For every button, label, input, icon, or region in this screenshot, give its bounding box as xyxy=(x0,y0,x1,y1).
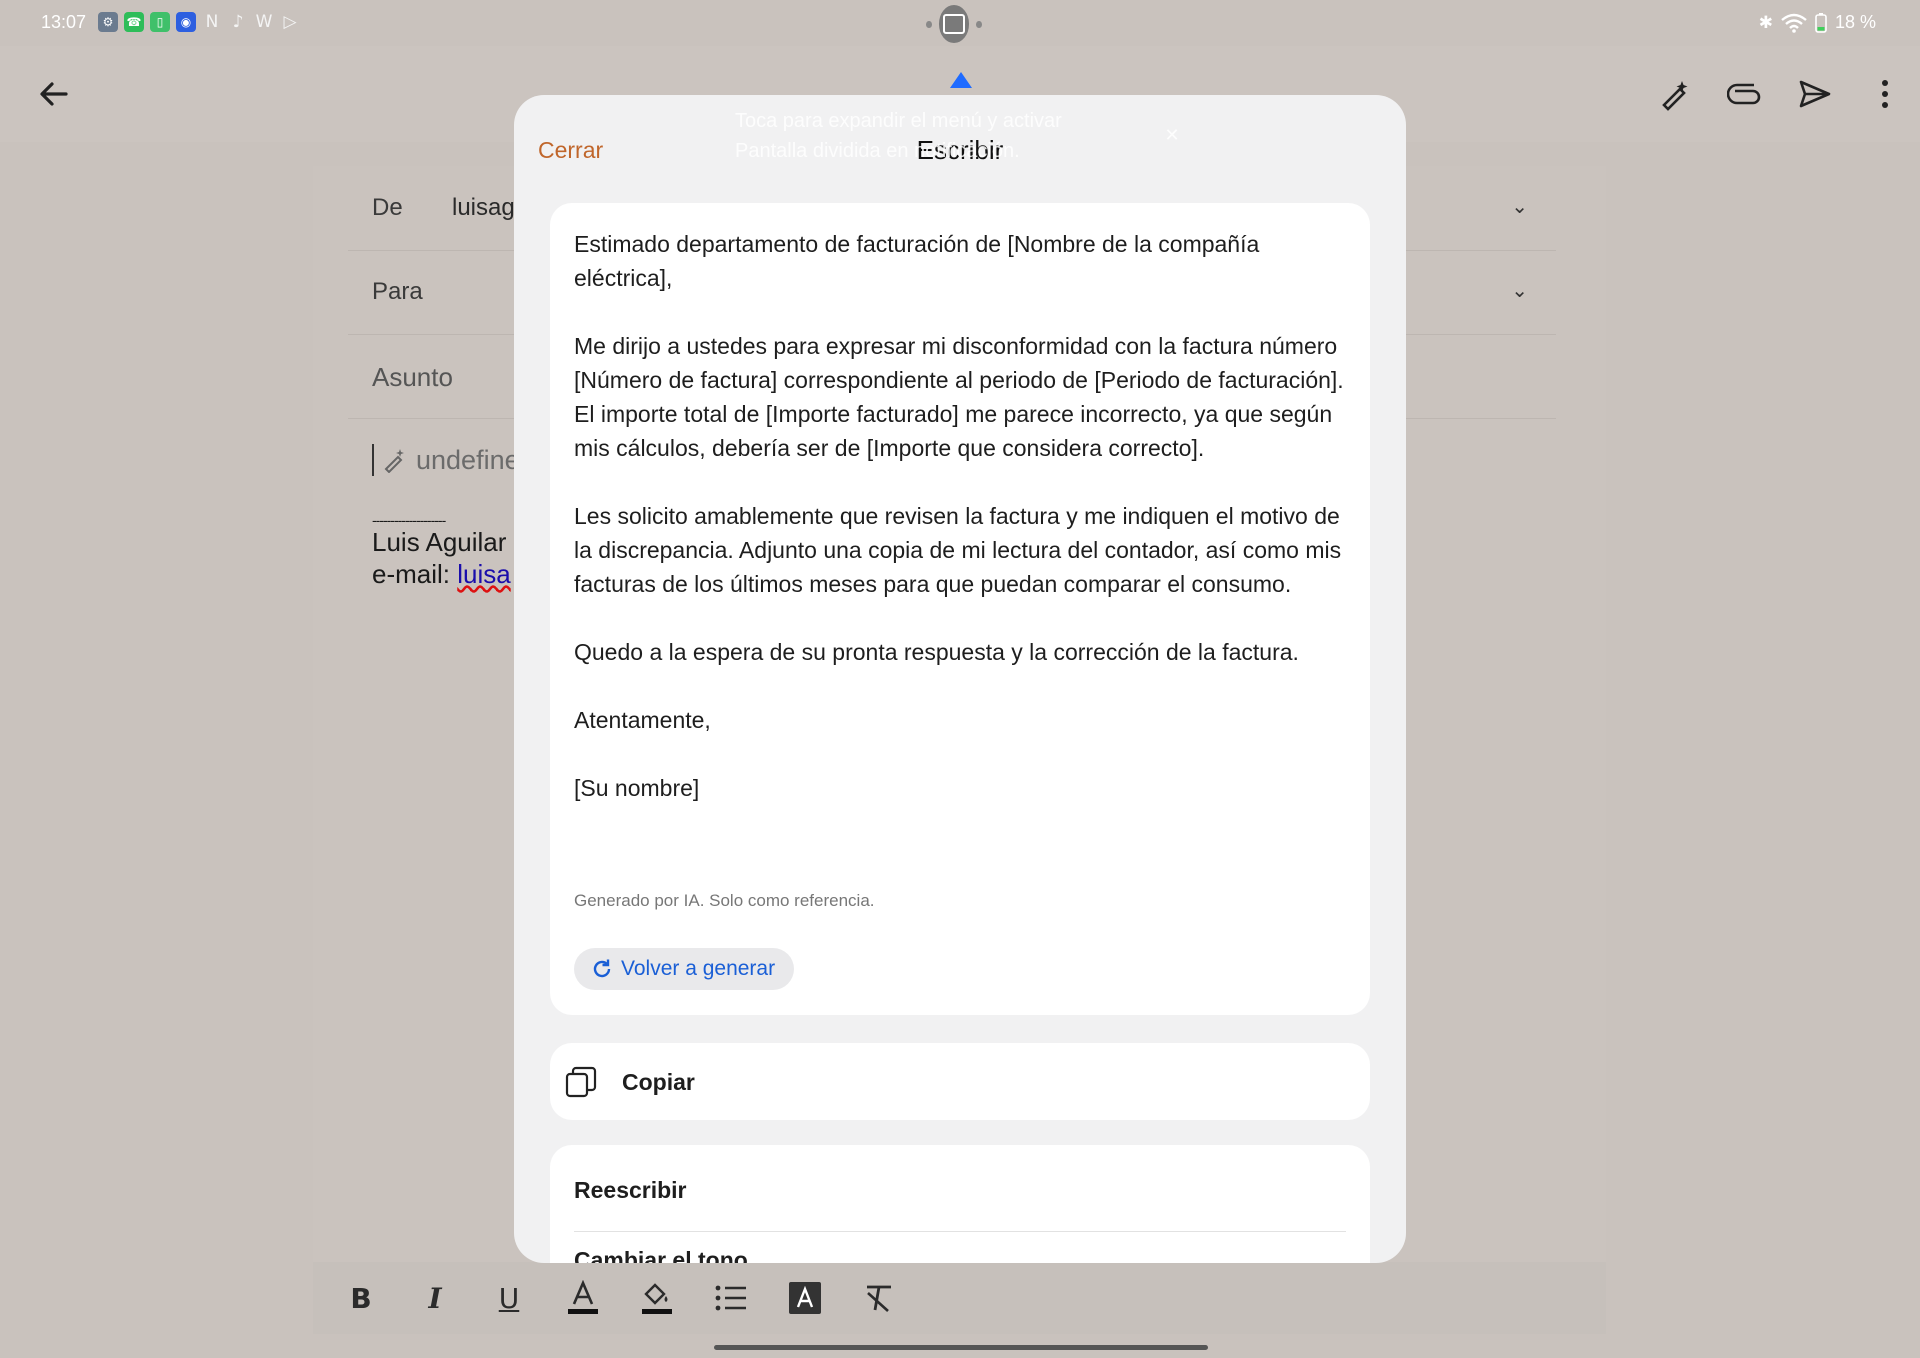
broadcast-icon: ◉ xyxy=(176,12,196,32)
regenerate-button[interactable]: Volver a generar xyxy=(574,948,795,990)
copy-icon xyxy=(565,1066,597,1098)
underline-button[interactable]: U xyxy=(487,1276,531,1320)
status-time: 13:07 xyxy=(41,12,87,32)
split-screen-handle[interactable] xyxy=(926,5,982,43)
status-right: ✱ 18 % xyxy=(1759,12,1876,33)
status-bar: 13:07 ⚙ ☎ ▯ ◉ N ♪ W ▷ ✱ 18 % xyxy=(0,0,1920,46)
bullet-list-icon xyxy=(715,1285,746,1311)
signature-email-label: e-mail: xyxy=(372,559,458,589)
text-color-icon xyxy=(568,1280,598,1314)
signature-email-link[interactable]: luisa xyxy=(457,559,510,589)
phone-icon: ☎ xyxy=(124,12,144,32)
close-icon[interactable]: ✕ xyxy=(1160,124,1184,148)
ai-disclaimer: Generado por IA. Solo como referencia. xyxy=(574,891,875,910)
italic-button[interactable]: I xyxy=(413,1276,457,1320)
rewrite-option[interactable]: Reescribir xyxy=(574,1177,1346,1204)
handle-dot xyxy=(976,20,982,28)
mic-icon: ♪ xyxy=(232,12,244,32)
top-actions xyxy=(1640,68,1920,120)
signature: -------------------- Luis Aguilar e-mail… xyxy=(372,514,517,590)
generated-paragraph: Quedo a la espera de su pronta respuesta… xyxy=(574,639,1299,665)
text-caret xyxy=(372,444,374,476)
text-style-icon xyxy=(789,1282,821,1314)
divider xyxy=(574,1231,1346,1232)
tooltip-line: Toca para expandir el menú y activar xyxy=(735,110,1062,132)
back-button[interactable] xyxy=(34,74,74,114)
bold-button[interactable]: B xyxy=(339,1276,383,1320)
from-value[interactable]: luisag xyxy=(452,194,515,222)
subject-field[interactable]: Asunto xyxy=(372,362,453,393)
ai-write-dialog: Cerrar Escribir Estimado departamento de… xyxy=(514,95,1406,1263)
highlight-button[interactable] xyxy=(635,1276,679,1320)
magic-pen-icon xyxy=(384,449,404,473)
split-screen-icon[interactable] xyxy=(938,5,970,43)
tooltip-arrow xyxy=(950,72,972,88)
format-toolbar: B I U xyxy=(313,1262,1606,1334)
change-tone-option[interactable]: Cambiar el tono xyxy=(574,1247,1346,1263)
wifi-icon xyxy=(1781,13,1807,33)
send-button[interactable] xyxy=(1780,68,1850,120)
chevron-down-icon[interactable]: ⌄ xyxy=(1511,194,1528,218)
body-input[interactable]: undefine xyxy=(372,444,520,476)
generated-paragraph: Me dirijo a ustedes para expresar mi dis… xyxy=(574,333,1344,461)
list-button[interactable] xyxy=(709,1276,753,1320)
refresh-icon xyxy=(593,959,611,978)
battery-app-icon: ▯ xyxy=(150,12,170,32)
attach-button[interactable] xyxy=(1710,68,1780,120)
options-card: Reescribir Cambiar el tono xyxy=(550,1145,1370,1263)
play-icon: ▷ xyxy=(283,12,297,32)
settings-icon: ⚙ xyxy=(98,12,118,32)
chevron-down-icon[interactable]: ⌄ xyxy=(1511,278,1528,302)
split-screen-tooltip: Toca para expandir el menú y activar Pan… xyxy=(735,106,1115,166)
battery-percent: 18 % xyxy=(1834,12,1876,32)
generated-text[interactable]: Estimado departamento de facturación de … xyxy=(574,227,1354,839)
home-indicator[interactable] xyxy=(714,1345,1208,1350)
handle-dot xyxy=(926,20,932,28)
generated-paragraph: [Su nombre] xyxy=(574,775,700,801)
ai-write-button[interactable] xyxy=(1640,68,1710,120)
generated-paragraph: Atentamente, xyxy=(574,707,711,733)
back-arrow-icon xyxy=(40,82,68,106)
more-icon xyxy=(1882,80,1888,108)
magic-pen-icon xyxy=(1662,81,1688,111)
tooltip-line: Pantalla dividida en notificación. xyxy=(735,140,1020,162)
text-style-button[interactable] xyxy=(783,1276,827,1320)
attach-icon xyxy=(1727,83,1761,105)
signature-name: Luis Aguilar xyxy=(372,527,507,557)
to-label: Para xyxy=(372,278,423,305)
w-icon: W xyxy=(255,12,273,32)
regenerate-label: Volver a generar xyxy=(621,957,776,980)
fill-bucket-icon xyxy=(642,1283,672,1314)
notification-icons: ⚙ ☎ ▯ ◉ N ♪ W ▷ xyxy=(98,12,300,32)
text-color-button[interactable] xyxy=(561,1276,605,1320)
body-hint: undefine xyxy=(416,444,520,475)
netflix-icon: N xyxy=(205,12,219,32)
copy-label: Copiar xyxy=(622,1069,695,1095)
more-options-button[interactable] xyxy=(1850,68,1920,120)
from-label: De xyxy=(372,194,403,221)
signature-dashes: -------------------- xyxy=(372,514,446,526)
clear-format-button[interactable] xyxy=(857,1276,901,1320)
copy-button[interactable]: Copiar xyxy=(550,1043,1370,1120)
clear-format-icon xyxy=(867,1285,891,1312)
send-icon xyxy=(1799,80,1831,108)
generated-paragraph: Estimado departamento de facturación de … xyxy=(574,231,1260,291)
bluetooth-icon: ✱ xyxy=(1758,12,1773,32)
battery-icon xyxy=(1815,12,1827,33)
generated-text-card: Estimado departamento de facturación de … xyxy=(550,203,1370,1015)
generated-paragraph: Les solicito amablemente que revisen la … xyxy=(574,503,1342,597)
signature-email-line: e-mail: luisa xyxy=(372,558,517,590)
